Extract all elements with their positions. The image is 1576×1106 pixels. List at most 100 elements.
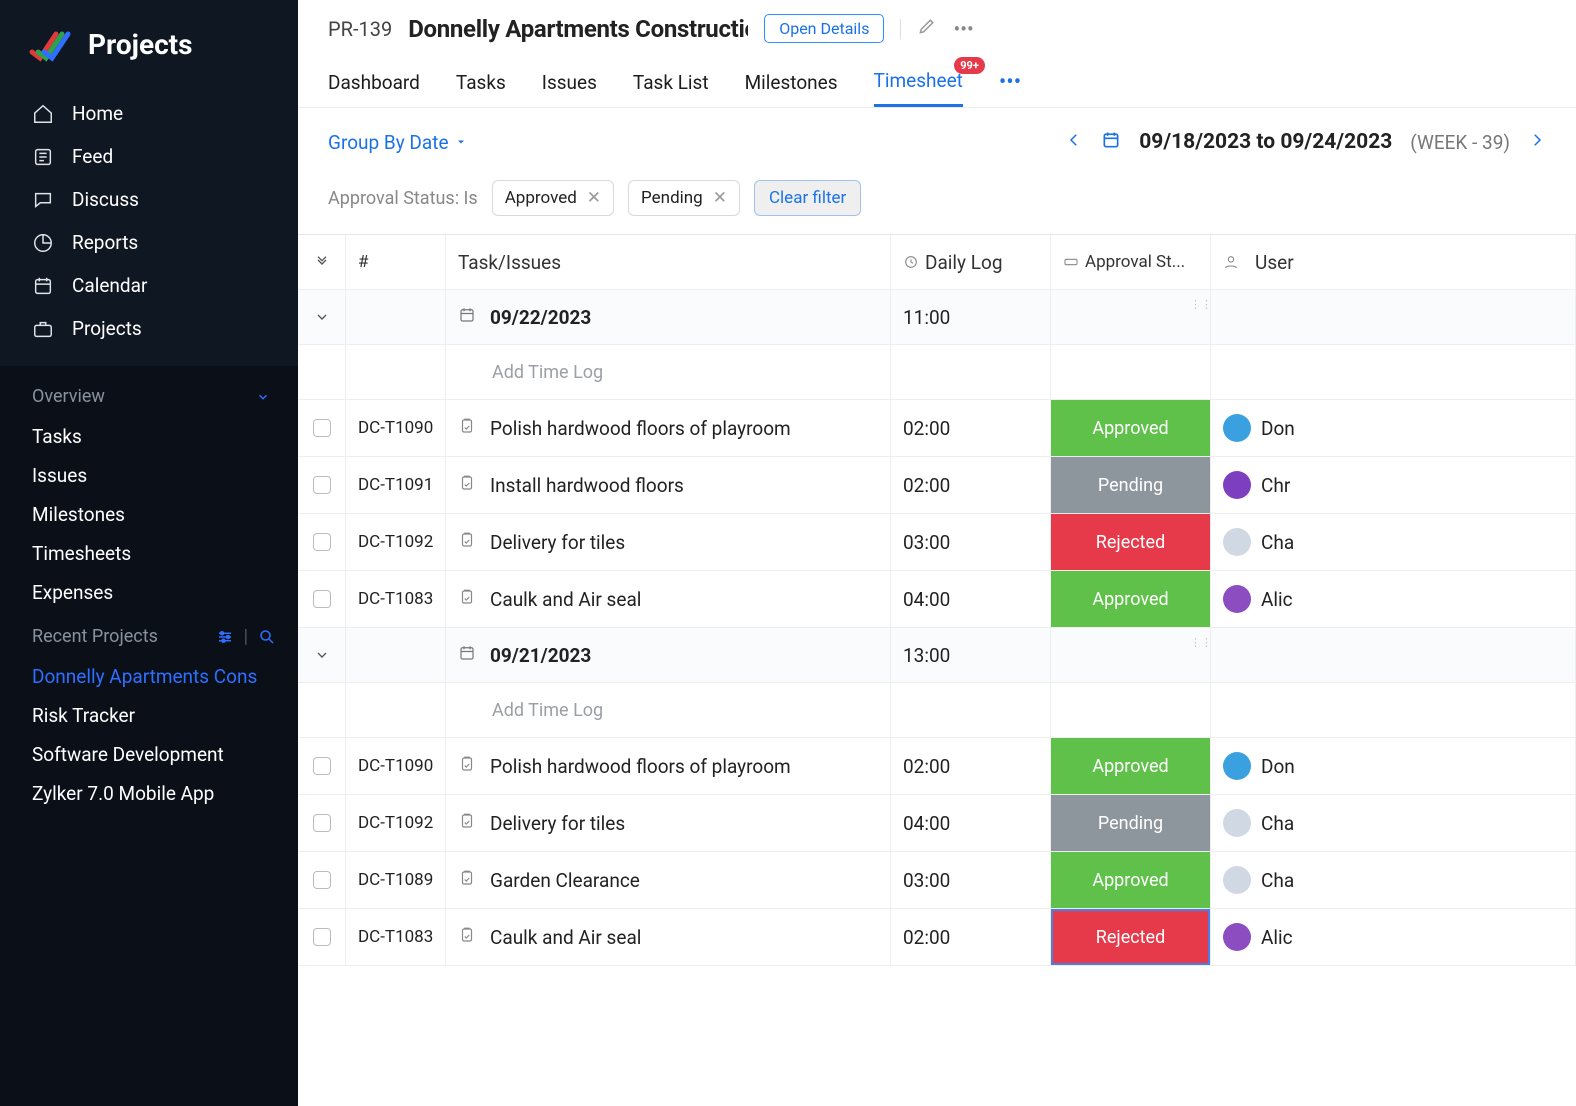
collapse-group-button[interactable] bbox=[298, 628, 346, 682]
row-checkbox[interactable] bbox=[313, 476, 331, 494]
row-checkbox[interactable] bbox=[313, 871, 331, 889]
tab-dashboard[interactable]: Dashboard bbox=[328, 59, 420, 106]
approval-cell[interactable]: Approved bbox=[1051, 571, 1211, 627]
next-week-button[interactable] bbox=[1528, 131, 1546, 153]
user-icon bbox=[1223, 254, 1239, 270]
user-name: Cha bbox=[1261, 812, 1294, 835]
group-by-dropdown[interactable]: Group By Date bbox=[328, 131, 467, 154]
task-id: DC-T1089 bbox=[346, 852, 446, 908]
add-time-log-cell[interactable]: Add Time Log bbox=[446, 345, 891, 399]
task-cell[interactable]: Polish hardwood floors of playroom bbox=[446, 738, 891, 794]
timesheet-row[interactable]: DC-T1091 Install hardwood floors 02:00 P… bbox=[298, 457, 1576, 514]
nav-reports[interactable]: Reports bbox=[0, 221, 298, 264]
approval-cell[interactable]: Approved bbox=[1051, 852, 1211, 908]
add-time-log-row[interactable]: Add Time Log bbox=[298, 683, 1576, 738]
settings-sliders-icon[interactable] bbox=[216, 628, 234, 646]
task-cell[interactable]: Delivery for tiles bbox=[446, 514, 891, 570]
timesheet-row[interactable]: DC-T1092 Delivery for tiles 03:00 Reject… bbox=[298, 514, 1576, 571]
search-icon[interactable] bbox=[258, 628, 276, 646]
empty-cell bbox=[1051, 683, 1211, 737]
approval-cell[interactable]: Approved bbox=[1051, 738, 1211, 794]
collapse-group-button[interactable] bbox=[298, 290, 346, 344]
user-cell: Don bbox=[1211, 400, 1576, 456]
nav-calendar[interactable]: Calendar bbox=[0, 264, 298, 307]
task-id: DC-T1092 bbox=[346, 795, 446, 851]
open-details-button[interactable]: Open Details bbox=[764, 14, 884, 43]
row-checkbox[interactable] bbox=[313, 814, 331, 832]
add-time-log-row[interactable]: Add Time Log bbox=[298, 345, 1576, 400]
calendar-icon bbox=[458, 644, 476, 667]
group-date: 09/22/2023 bbox=[490, 306, 591, 329]
sub-expenses[interactable]: Expenses bbox=[0, 573, 298, 612]
nav-discuss[interactable]: Discuss bbox=[0, 178, 298, 221]
daily-log: 04:00 bbox=[891, 571, 1051, 627]
timesheet-row[interactable]: DC-T1090 Polish hardwood floors of playr… bbox=[298, 738, 1576, 795]
tab-milestones[interactable]: Milestones bbox=[745, 59, 838, 106]
approval-cell[interactable]: Pending bbox=[1051, 457, 1211, 513]
task-cell[interactable]: Garden Clearance bbox=[446, 852, 891, 908]
sub-timesheets[interactable]: Timesheets bbox=[0, 534, 298, 573]
col-label: Approval St... bbox=[1085, 252, 1185, 272]
empty-cell bbox=[1051, 345, 1211, 399]
col-id: # bbox=[346, 235, 446, 289]
edit-icon[interactable] bbox=[917, 16, 937, 41]
remove-chip-icon[interactable]: ✕ bbox=[587, 188, 601, 208]
nav-feed[interactable]: Feed bbox=[0, 135, 298, 178]
approval-cell[interactable]: Pending bbox=[1051, 795, 1211, 851]
clear-filter-button[interactable]: Clear filter bbox=[754, 180, 861, 216]
date-picker-button[interactable] bbox=[1101, 130, 1121, 154]
filter-chip: Pending ✕ bbox=[628, 180, 740, 216]
recent-project[interactable]: Zylker 7.0 Mobile App bbox=[0, 774, 298, 813]
timesheet-row[interactable]: DC-T1090 Polish hardwood floors of playr… bbox=[298, 400, 1576, 457]
timesheet-row[interactable]: DC-T1083 Caulk and Air seal 04:00 Approv… bbox=[298, 571, 1576, 628]
filter-bar: Approval Status: Is Approved ✕ Pending ✕… bbox=[298, 158, 1576, 234]
status-badge: Approved bbox=[1051, 400, 1210, 456]
sub-issues[interactable]: Issues bbox=[0, 456, 298, 495]
row-checkbox[interactable] bbox=[313, 928, 331, 946]
avatar bbox=[1223, 866, 1251, 894]
row-checkbox[interactable] bbox=[313, 757, 331, 775]
task-cell[interactable]: Delivery for tiles bbox=[446, 795, 891, 851]
recent-project[interactable]: Software Development bbox=[0, 735, 298, 774]
sub-milestones[interactable]: Milestones bbox=[0, 495, 298, 534]
timesheet-row[interactable]: DC-T1083 Caulk and Air seal 02:00 Reject… bbox=[298, 909, 1576, 966]
more-actions-icon[interactable]: ••• bbox=[953, 17, 973, 41]
row-checkbox[interactable] bbox=[313, 590, 331, 608]
recent-project[interactable]: Risk Tracker bbox=[0, 696, 298, 735]
task-cell[interactable]: Caulk and Air seal bbox=[446, 571, 891, 627]
add-time-log-cell[interactable]: Add Time Log bbox=[446, 683, 891, 737]
timesheet-row[interactable]: DC-T1092 Delivery for tiles 04:00 Pendin… bbox=[298, 795, 1576, 852]
nav-projects[interactable]: Projects bbox=[0, 307, 298, 350]
approval-cell[interactable]: Rejected bbox=[1051, 514, 1211, 570]
empty-cell bbox=[1211, 345, 1576, 399]
row-checkbox[interactable] bbox=[313, 419, 331, 437]
sub-tasks[interactable]: Tasks bbox=[0, 417, 298, 456]
task-cell[interactable]: Caulk and Air seal bbox=[446, 909, 891, 965]
date-group-row: 09/21/2023 13:00 ⋮⋮ bbox=[298, 628, 1576, 683]
tab-task-list[interactable]: Task List bbox=[633, 59, 709, 106]
collapse-all-button[interactable] bbox=[298, 235, 346, 289]
row-checkbox[interactable] bbox=[313, 533, 331, 551]
task-cell[interactable]: Install hardwood floors bbox=[446, 457, 891, 513]
tab-timesheet[interactable]: Timesheet 99+ bbox=[874, 57, 963, 107]
grip-icon[interactable]: ⋮⋮ bbox=[1190, 636, 1211, 649]
chip-label: Pending bbox=[641, 188, 703, 208]
tab-issues[interactable]: Issues bbox=[542, 59, 597, 106]
prev-week-button[interactable] bbox=[1065, 131, 1083, 153]
overview-header[interactable]: Overview bbox=[0, 380, 298, 417]
tab-tasks[interactable]: Tasks bbox=[456, 59, 506, 106]
recent-project[interactable]: Donnelly Apartments Cons bbox=[0, 657, 298, 696]
approval-cell[interactable]: Approved bbox=[1051, 400, 1211, 456]
row-checkbox-cell bbox=[298, 909, 346, 965]
clipboard-icon bbox=[458, 531, 476, 554]
remove-chip-icon[interactable]: ✕ bbox=[713, 188, 727, 208]
approval-cell[interactable]: Rejected bbox=[1051, 909, 1211, 965]
group-by-label: Group By Date bbox=[328, 131, 449, 154]
task-cell[interactable]: Polish hardwood floors of playroom bbox=[446, 400, 891, 456]
sub-label: Issues bbox=[32, 464, 87, 487]
timesheet-row[interactable]: DC-T1089 Garden Clearance 03:00 Approved… bbox=[298, 852, 1576, 909]
nav-home[interactable]: Home bbox=[0, 92, 298, 135]
grip-icon[interactable]: ⋮⋮ bbox=[1190, 298, 1211, 311]
recents-title-text: Recent Projects bbox=[32, 626, 158, 647]
more-tabs-icon[interactable]: ••• bbox=[999, 70, 1021, 95]
